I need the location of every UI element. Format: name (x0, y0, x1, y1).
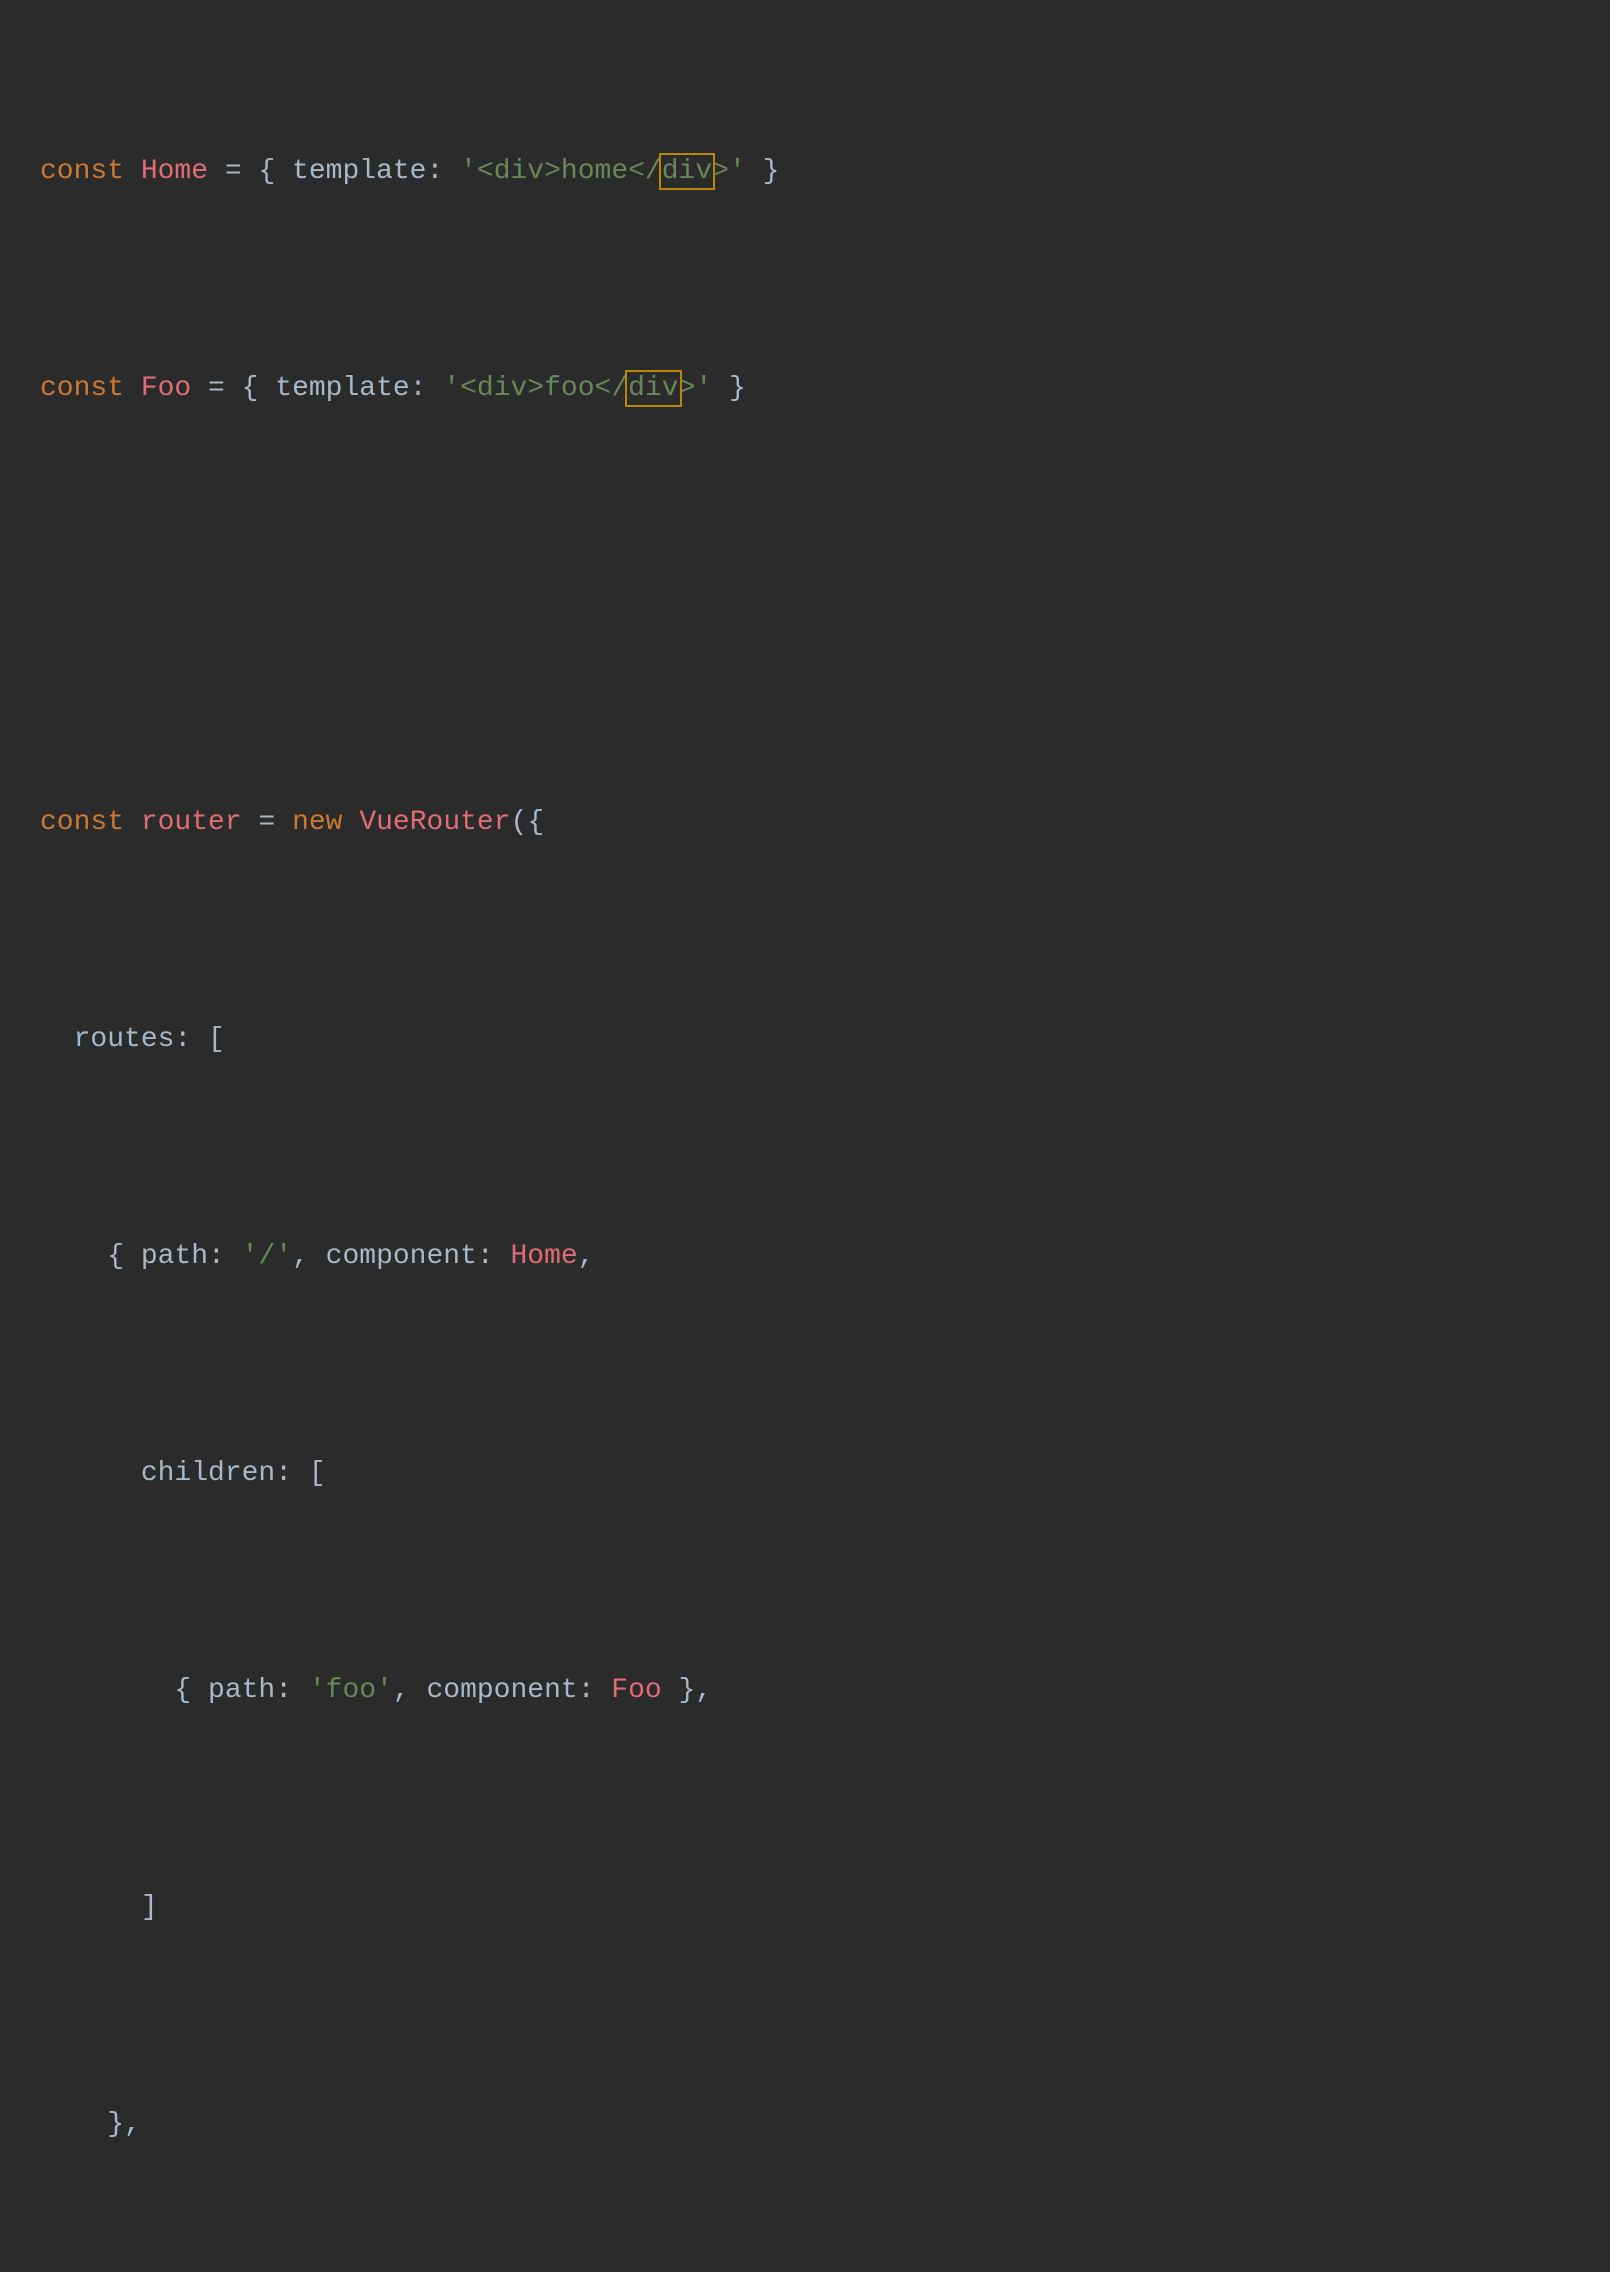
code-line-7: children: [ (40, 1452, 1570, 1495)
keyword-new: new (292, 807, 342, 838)
ref-home: Home (511, 1241, 578, 1272)
vue-router-constructor: VueRouter (359, 807, 510, 838)
code-line-1: const Home = { template: '<div>home</div… (40, 150, 1570, 193)
string-div-close-highlight: div (662, 156, 712, 187)
var-home: Home (141, 156, 208, 187)
keyword-const: const (40, 156, 124, 187)
code-line-6: { path: '/', component: Home, (40, 1235, 1570, 1278)
keyword-const-2: const (40, 373, 124, 404)
code-line-2: const Foo = { template: '<div>foo</div>'… (40, 367, 1570, 410)
code-line-5: routes: [ (40, 1018, 1570, 1061)
var-router: router (141, 807, 242, 838)
var-foo: Foo (141, 373, 191, 404)
string-div-foo-highlight: div (628, 373, 678, 404)
code-line-4: const router = new VueRouter({ (40, 801, 1570, 844)
keyword-const-3: const (40, 807, 124, 838)
code-line-8: { path: 'foo', component: Foo }, (40, 1669, 1570, 1712)
code-line-9: ] (40, 1886, 1570, 1929)
string-path-root: '/' (242, 1241, 292, 1272)
ref-foo: Foo (611, 1675, 661, 1706)
string-path-foo: 'foo' (309, 1675, 393, 1706)
string-foo-template: '<div>foo</ (443, 373, 628, 404)
code-editor: const Home = { template: '<div>home</div… (40, 20, 1570, 2272)
string-home-template: '<div>home</ (460, 156, 662, 187)
code-line-10: }, (40, 2103, 1570, 2146)
code-line-empty-1 (40, 584, 1570, 627)
